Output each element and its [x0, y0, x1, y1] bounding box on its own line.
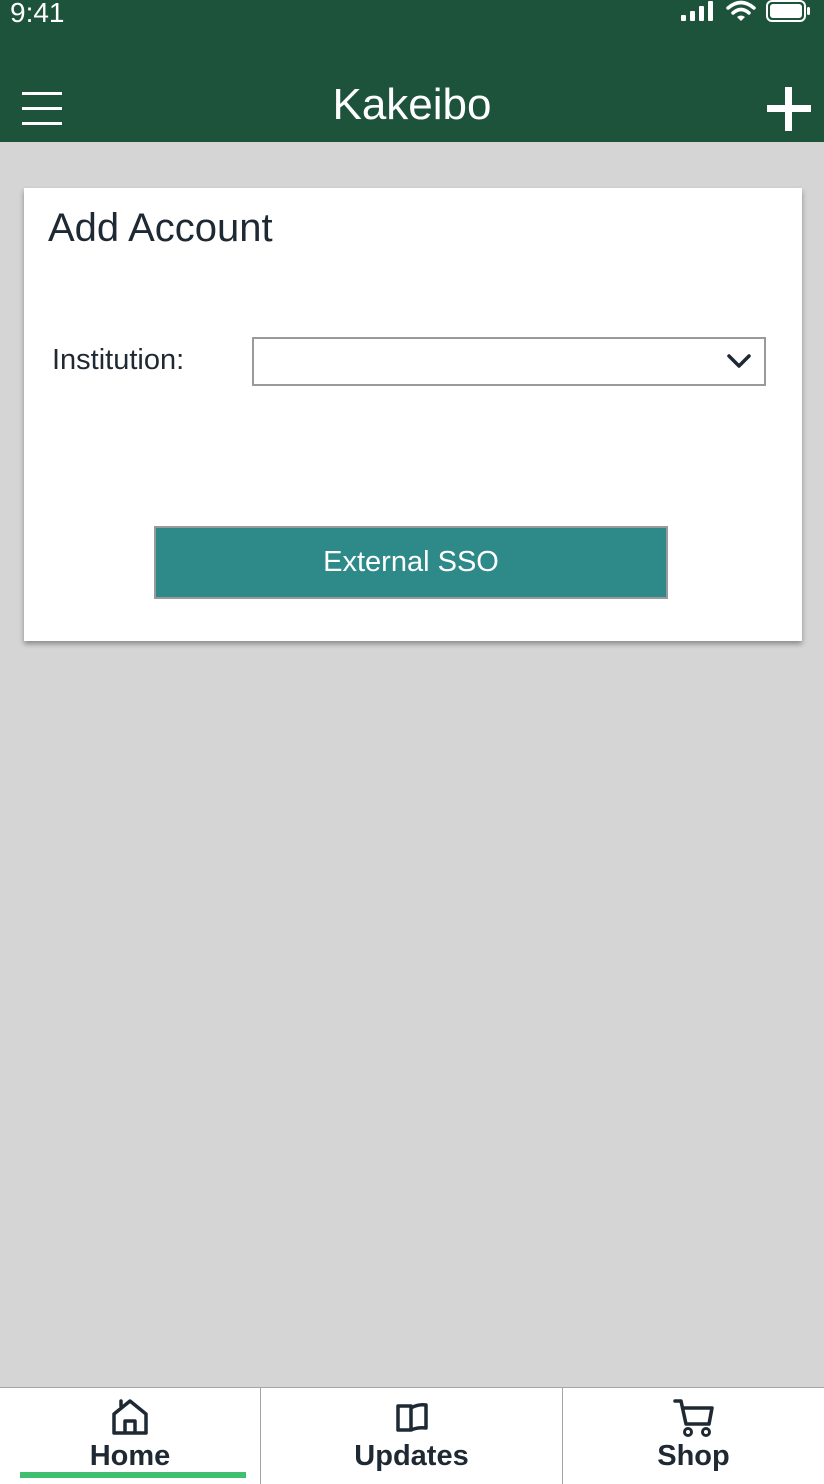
institution-label: Institution: — [52, 344, 185, 376]
status-time: 9:41 — [10, 0, 65, 28]
plus-icon — [767, 87, 811, 131]
app-header: 9:41 Kakeibo — [0, 0, 824, 142]
tab-home-label: Home — [89, 1440, 171, 1472]
tab-shop-label: Shop — [657, 1440, 730, 1472]
card-title: Add Account — [48, 206, 273, 250]
tab-updates-label: Updates — [354, 1440, 469, 1472]
active-tab-indicator — [20, 1472, 246, 1478]
app-title: Kakeibo — [332, 80, 492, 129]
external-sso-button[interactable]: External SSO — [154, 526, 668, 599]
add-account-card: Add Account Institution: External SSO — [24, 188, 802, 641]
battery-icon — [766, 0, 810, 22]
book-icon — [395, 1403, 428, 1432]
tab-shop[interactable]: Shop — [563, 1388, 824, 1484]
wifi-icon — [726, 0, 756, 21]
institution-select[interactable] — [252, 337, 766, 386]
home-icon — [112, 1399, 148, 1435]
status-icons — [680, 0, 812, 24]
add-button[interactable] — [766, 86, 812, 132]
tab-updates[interactable]: Updates — [261, 1388, 563, 1484]
signal-icon — [681, 1, 713, 21]
cart-icon — [672, 1399, 714, 1437]
bottom-tab-bar: Home Updates Shop — [0, 1387, 824, 1484]
chevron-down-icon — [727, 354, 751, 368]
tab-home[interactable]: Home — [0, 1388, 261, 1484]
